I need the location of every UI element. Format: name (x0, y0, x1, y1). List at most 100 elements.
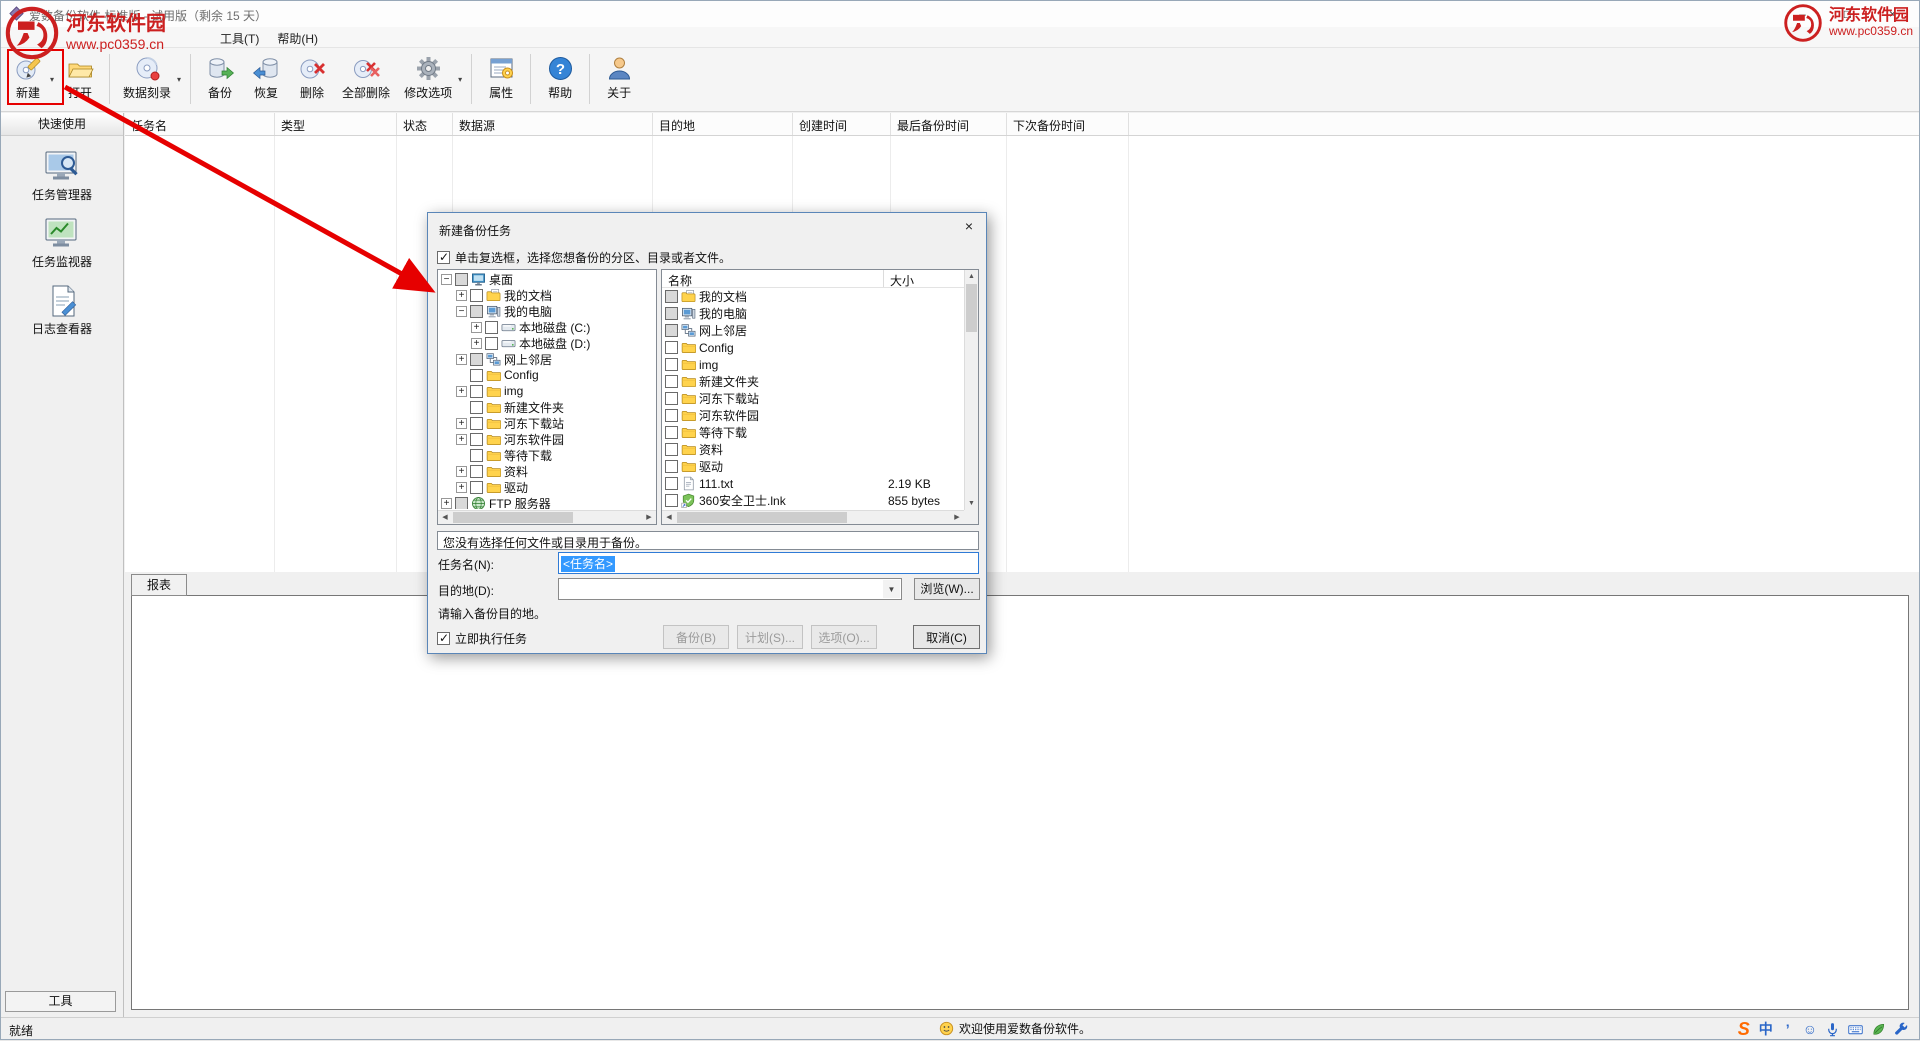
list-checkbox[interactable] (665, 358, 678, 371)
scroll-left-arrow[interactable]: ◀ (662, 511, 676, 524)
close-button[interactable]: × (1870, 3, 1915, 25)
column-header[interactable]: 类型 (275, 113, 397, 135)
tray-icon-keyboard[interactable] (1848, 1020, 1863, 1038)
tree-item[interactable]: 新建文件夹 (439, 399, 655, 415)
toolbar-button-help[interactable]: ?帮助 (537, 50, 583, 108)
list-item[interactable]: 河东下载站 (662, 390, 964, 407)
tree-checkbox[interactable] (470, 305, 483, 318)
destination-combobox[interactable]: ▼ (558, 578, 902, 600)
list-item[interactable]: Config (662, 339, 964, 356)
list-checkbox[interactable] (665, 307, 678, 320)
tree-item[interactable]: +FTP 服务器 (439, 495, 655, 509)
list-checkbox[interactable] (665, 443, 678, 456)
maximize-button[interactable]: □ (1825, 3, 1870, 25)
list-checkbox[interactable] (665, 341, 678, 354)
tree-item[interactable]: +本地磁盘 (C:) (439, 319, 655, 335)
list-item[interactable]: 等待下载 (662, 424, 964, 441)
scroll-down-arrow[interactable]: ▼ (965, 497, 979, 510)
tree-expander[interactable]: + (456, 418, 467, 429)
sidebar-item-task-monitor[interactable]: 任务监视器 (1, 217, 123, 270)
list-item[interactable]: 新建文件夹 (662, 373, 964, 390)
tree-item[interactable]: +本地磁盘 (D:) (439, 335, 655, 351)
tree-checkbox[interactable] (470, 433, 483, 446)
list-checkbox[interactable] (665, 460, 678, 473)
sidebar-item-task-manager[interactable]: 任务管理器 (1, 150, 123, 203)
list-checkbox[interactable] (665, 426, 678, 439)
dialog-close-button[interactable]: × (953, 214, 985, 239)
tree-checkbox[interactable] (470, 289, 483, 302)
tree-expander[interactable]: + (441, 498, 452, 509)
list-item[interactable]: img (662, 356, 964, 373)
list-checkbox[interactable] (665, 494, 678, 507)
tree-expander[interactable]: + (456, 466, 467, 477)
list-checkbox[interactable] (665, 375, 678, 388)
sidebar-tools-tab[interactable]: 工具 (5, 991, 116, 1012)
list-column-size[interactable]: 大小 (884, 270, 964, 287)
tree-item[interactable]: −桌面 (439, 271, 655, 287)
column-header[interactable]: 状态 (397, 113, 453, 135)
toolbar-button-about[interactable]: 关于 (596, 50, 642, 108)
list-vertical-scrollbar[interactable]: ▲ ▼ (964, 270, 978, 510)
tray-icon-wrench[interactable] (1894, 1020, 1909, 1038)
report-tab[interactable]: 报表 (131, 574, 187, 596)
tray-icon-emoji[interactable]: ☺ (1803, 1020, 1817, 1038)
menu-tools[interactable]: 工具(T) (211, 27, 268, 47)
scroll-right-arrow[interactable]: ▶ (642, 511, 656, 524)
scrollbar-thumb[interactable] (453, 512, 573, 523)
tree-expander[interactable]: + (456, 386, 467, 397)
toolbar-button-delete-all[interactable]: 全部删除 (335, 50, 397, 108)
tree-item[interactable]: +我的文档 (439, 287, 655, 303)
tree-item[interactable]: Config (439, 367, 655, 383)
list-checkbox[interactable] (665, 477, 678, 490)
tray-icon-cn-mode[interactable]: 中 (1759, 1020, 1773, 1038)
tray-icon-apostrophe[interactable]: ’ (1781, 1020, 1795, 1038)
column-header[interactable]: 下次备份时间 (1007, 113, 1129, 135)
list-item[interactable]: 网上邻居 (662, 322, 964, 339)
toolbar-button-options[interactable]: 修改选项 (397, 50, 459, 108)
toolbar-button-restore[interactable]: 恢复 (243, 50, 289, 108)
browse-button[interactable]: 浏览(W)... (914, 578, 980, 600)
tree-checkbox[interactable] (455, 497, 468, 510)
column-header[interactable]: 任务名 (125, 113, 275, 135)
tree-checkbox[interactable] (470, 369, 483, 382)
tree-checkbox[interactable] (470, 481, 483, 494)
tree-expander[interactable]: − (456, 306, 467, 317)
tree-expander[interactable]: + (471, 322, 482, 333)
task-name-input[interactable]: <任务名> (558, 552, 979, 574)
tree-checkbox[interactable] (470, 449, 483, 462)
scrollbar-track[interactable] (965, 333, 979, 497)
tree-item[interactable]: −我的电脑 (439, 303, 655, 319)
column-header[interactable]: 创建时间 (793, 113, 891, 135)
tray-icon-leaf[interactable] (1871, 1020, 1886, 1038)
list-item[interactable]: 驱动 (662, 458, 964, 475)
scrollbar-track[interactable] (574, 511, 642, 524)
toolbar-dropdown-arrow[interactable]: ▾ (455, 50, 465, 108)
column-header[interactable]: 目的地 (653, 113, 793, 135)
column-header[interactable]: 数据源 (453, 113, 653, 135)
toolbar-button-backup[interactable]: 备份 (197, 50, 243, 108)
tree-checkbox[interactable] (455, 273, 468, 286)
scrollbar-thumb[interactable] (677, 512, 847, 523)
toolbar-button-delete[interactable]: 删除 (289, 50, 335, 108)
tree-checkbox[interactable] (470, 417, 483, 430)
tree-item[interactable]: 等待下载 (439, 447, 655, 463)
scroll-left-arrow[interactable]: ◀ (438, 511, 452, 524)
scrollbar-track[interactable] (848, 511, 950, 524)
toolbar-button-properties[interactable]: 属性 (478, 50, 524, 108)
list-item[interactable]: 河东软件园 (662, 407, 964, 424)
menu-help[interactable]: 帮助(H) (268, 27, 327, 47)
list-checkbox[interactable] (665, 409, 678, 422)
dialog-button-cancel[interactable]: 取消(C) (913, 625, 980, 649)
tree-expander[interactable]: − (441, 274, 452, 285)
list-column-name[interactable]: 名称 (662, 270, 884, 287)
toolbar-dropdown-arrow[interactable]: ▾ (174, 50, 184, 108)
tree-checkbox[interactable] (485, 337, 498, 350)
tree-item[interactable]: +网上邻居 (439, 351, 655, 367)
list-item[interactable]: 360安全卫士.lnk855 bytes (662, 492, 964, 509)
list-horizontal-scrollbar[interactable]: ◀ ▶ (662, 510, 964, 524)
tree-item[interactable]: +img (439, 383, 655, 399)
tree-checkbox[interactable] (470, 385, 483, 398)
list-checkbox[interactable] (665, 324, 678, 337)
tree-item[interactable]: +驱动 (439, 479, 655, 495)
sidebar-item-log-viewer[interactable]: 日志查看器 (1, 284, 123, 337)
